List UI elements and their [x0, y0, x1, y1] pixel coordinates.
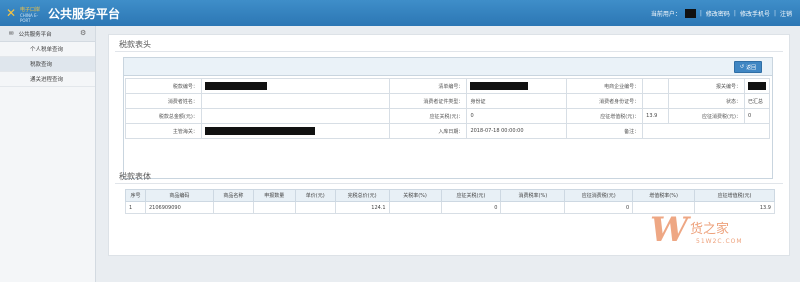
column-header: 商品编码: [144, 189, 214, 202]
mail-icon: ✉: [9, 30, 14, 37]
duty-value: 0: [466, 108, 568, 124]
entry-date-value: 2018-07-18 00:00:00: [466, 123, 568, 139]
watermark-logo: W 货之家 51W2C.COM: [650, 210, 800, 270]
header-section-title: 税款表头: [119, 40, 151, 49]
logo: ✕ 电子口岸 CHINA E-PORT: [6, 5, 46, 23]
table-cell: [388, 201, 442, 214]
divider: [115, 183, 783, 184]
table-cell: 0: [440, 201, 502, 214]
sidebar-item-tax-query[interactable]: 税款查询: [0, 57, 95, 72]
table-cell: [500, 201, 566, 214]
change-password-link[interactable]: 修改密码: [706, 9, 730, 18]
tax-header-box: ↺ 返回 税款编号： 清单编号： 电商企业编号： 报关编号： 消费者姓名： 消费…: [123, 57, 773, 179]
column-header: 消费税率(%): [500, 189, 566, 202]
customs-value: [200, 123, 390, 139]
tax-no-label: 税款编号：: [125, 78, 202, 94]
logout-link[interactable]: 注销: [780, 9, 792, 18]
table-row: 税款编号： 清单编号： 电商企业编号： 报关编号：: [125, 78, 771, 94]
redacted-value: [747, 82, 766, 90]
table-cell: 2106909090: [144, 201, 214, 214]
user-bar: 当前用户： | 修改密码 | 修改手机号 | 注销: [651, 9, 792, 18]
redacted-value: [204, 127, 315, 135]
redacted-value: [470, 82, 529, 90]
gear-icon[interactable]: ⚙: [80, 29, 86, 37]
return-button[interactable]: ↺ 返回: [734, 61, 762, 73]
remark-label: 备注：: [566, 123, 644, 139]
body-section-title: 税款表体: [119, 172, 151, 181]
list-no-label: 清单编号：: [388, 78, 468, 94]
table-cell: 124.1: [334, 201, 390, 214]
column-header: 应征关税(元): [440, 189, 502, 202]
consumer-name-value: [200, 93, 390, 109]
logo-subtext: CHINA E-PORT: [20, 13, 38, 23]
watermark-w-icon: W: [650, 210, 689, 250]
column-header: 商品名称: [212, 189, 254, 202]
table-header-row: 序号 商品编码 商品名称 申报数量 单价(元) 完税总价(元) 关税率(%) 应…: [125, 189, 775, 202]
redacted-value: [204, 82, 267, 90]
header-toolbar: ↺ 返回: [124, 58, 772, 76]
vat-label: 应征增值税(元)：: [566, 108, 644, 124]
watermark-name: 货之家: [690, 222, 730, 237]
tax-total-label: 税款总金额(元)：: [125, 108, 202, 124]
remark-value: [642, 123, 770, 139]
table-row: 税款总金额(元)： 应征关税(元)： 0 应征增值税(元)： 13.9 应征消费…: [125, 108, 771, 124]
column-header: 关税率(%): [388, 189, 442, 202]
column-header: 申报数量: [252, 189, 296, 202]
tax-no-value: [200, 78, 390, 94]
column-header: 单价(元): [294, 189, 336, 202]
logo-text: 电子口岸: [20, 7, 41, 13]
column-header: 应征消费税(元): [564, 189, 634, 202]
cert-type-value: 身份证: [466, 93, 568, 109]
redacted-username: [684, 9, 696, 18]
entry-date-label: 入库日期：: [388, 123, 468, 139]
column-header: 完税总价(元): [334, 189, 390, 202]
table-row: 消费者姓名： 消费者证件类型： 身份证 消费者身份证号： 状态： 已汇总: [125, 93, 771, 109]
order-no-value: [642, 78, 670, 94]
return-label: 返回: [746, 64, 757, 71]
watermark-url: 51W2C.COM: [696, 238, 743, 245]
cert-type-label: 消费者证件类型：: [388, 93, 468, 109]
table-cell: [212, 201, 254, 214]
table-row: 主管海关： 入库日期： 2018-07-18 00:00:00 备注：: [125, 123, 770, 139]
cert-no-label: 消费者身份证号：: [566, 93, 644, 109]
table-cell: [252, 201, 296, 214]
vat-value: 13.9: [642, 108, 670, 124]
cert-no-value: [642, 93, 670, 109]
column-header: 序号: [125, 189, 146, 202]
order-no-label: 电商企业编号：: [566, 78, 644, 94]
consumer-name-label: 消费者姓名：: [125, 93, 202, 109]
customs-label: 主管海关：: [125, 123, 202, 139]
logo-mark-icon: ✕: [6, 6, 17, 20]
divider: [115, 51, 783, 52]
declare-no-value: [743, 78, 771, 94]
status-label: 状态：: [668, 93, 745, 109]
sidebar-item-personal-tax[interactable]: 个人税单查询: [0, 42, 95, 57]
table-cell: 0: [564, 201, 634, 214]
sidebar: ✉ 公共服务平台 ⚙ 个人税单查询 税款查询 通关进程查询: [0, 26, 96, 282]
table-cell: 1: [125, 201, 146, 214]
sidebar-group-header[interactable]: ✉ 公共服务平台 ⚙: [0, 26, 95, 42]
separator: |: [733, 10, 736, 17]
separator: |: [699, 10, 702, 17]
return-icon: ↺: [739, 64, 745, 70]
sidebar-group-label: 公共服务平台: [18, 31, 52, 38]
app-title: 公共服务平台: [48, 7, 121, 21]
tax-total-value: [200, 108, 390, 124]
top-bar: ✕ 电子口岸 CHINA E-PORT 公共服务平台 当前用户： | 修改密码 …: [0, 0, 800, 26]
current-user-label: 当前用户：: [650, 11, 681, 18]
sidebar-item-clearance[interactable]: 通关进程查询: [0, 72, 95, 87]
status-value: 已汇总: [743, 93, 771, 109]
list-no-value: [466, 78, 568, 94]
consumption-value: 0: [743, 108, 771, 124]
column-header: 增值税率(%): [632, 189, 696, 202]
declare-no-label: 报关编号：: [668, 78, 745, 94]
change-phone-link[interactable]: 修改手机号: [740, 9, 770, 18]
separator: |: [773, 10, 776, 17]
tax-header-table: 税款编号： 清单编号： 电商企业编号： 报关编号： 消费者姓名： 消费者证件类型…: [125, 78, 771, 139]
column-header: 应征增值税(元): [694, 189, 775, 202]
table-cell: [294, 201, 336, 214]
consumption-label: 应征消费税(元)：: [668, 108, 745, 124]
duty-label: 应征关税(元)：: [388, 108, 468, 124]
